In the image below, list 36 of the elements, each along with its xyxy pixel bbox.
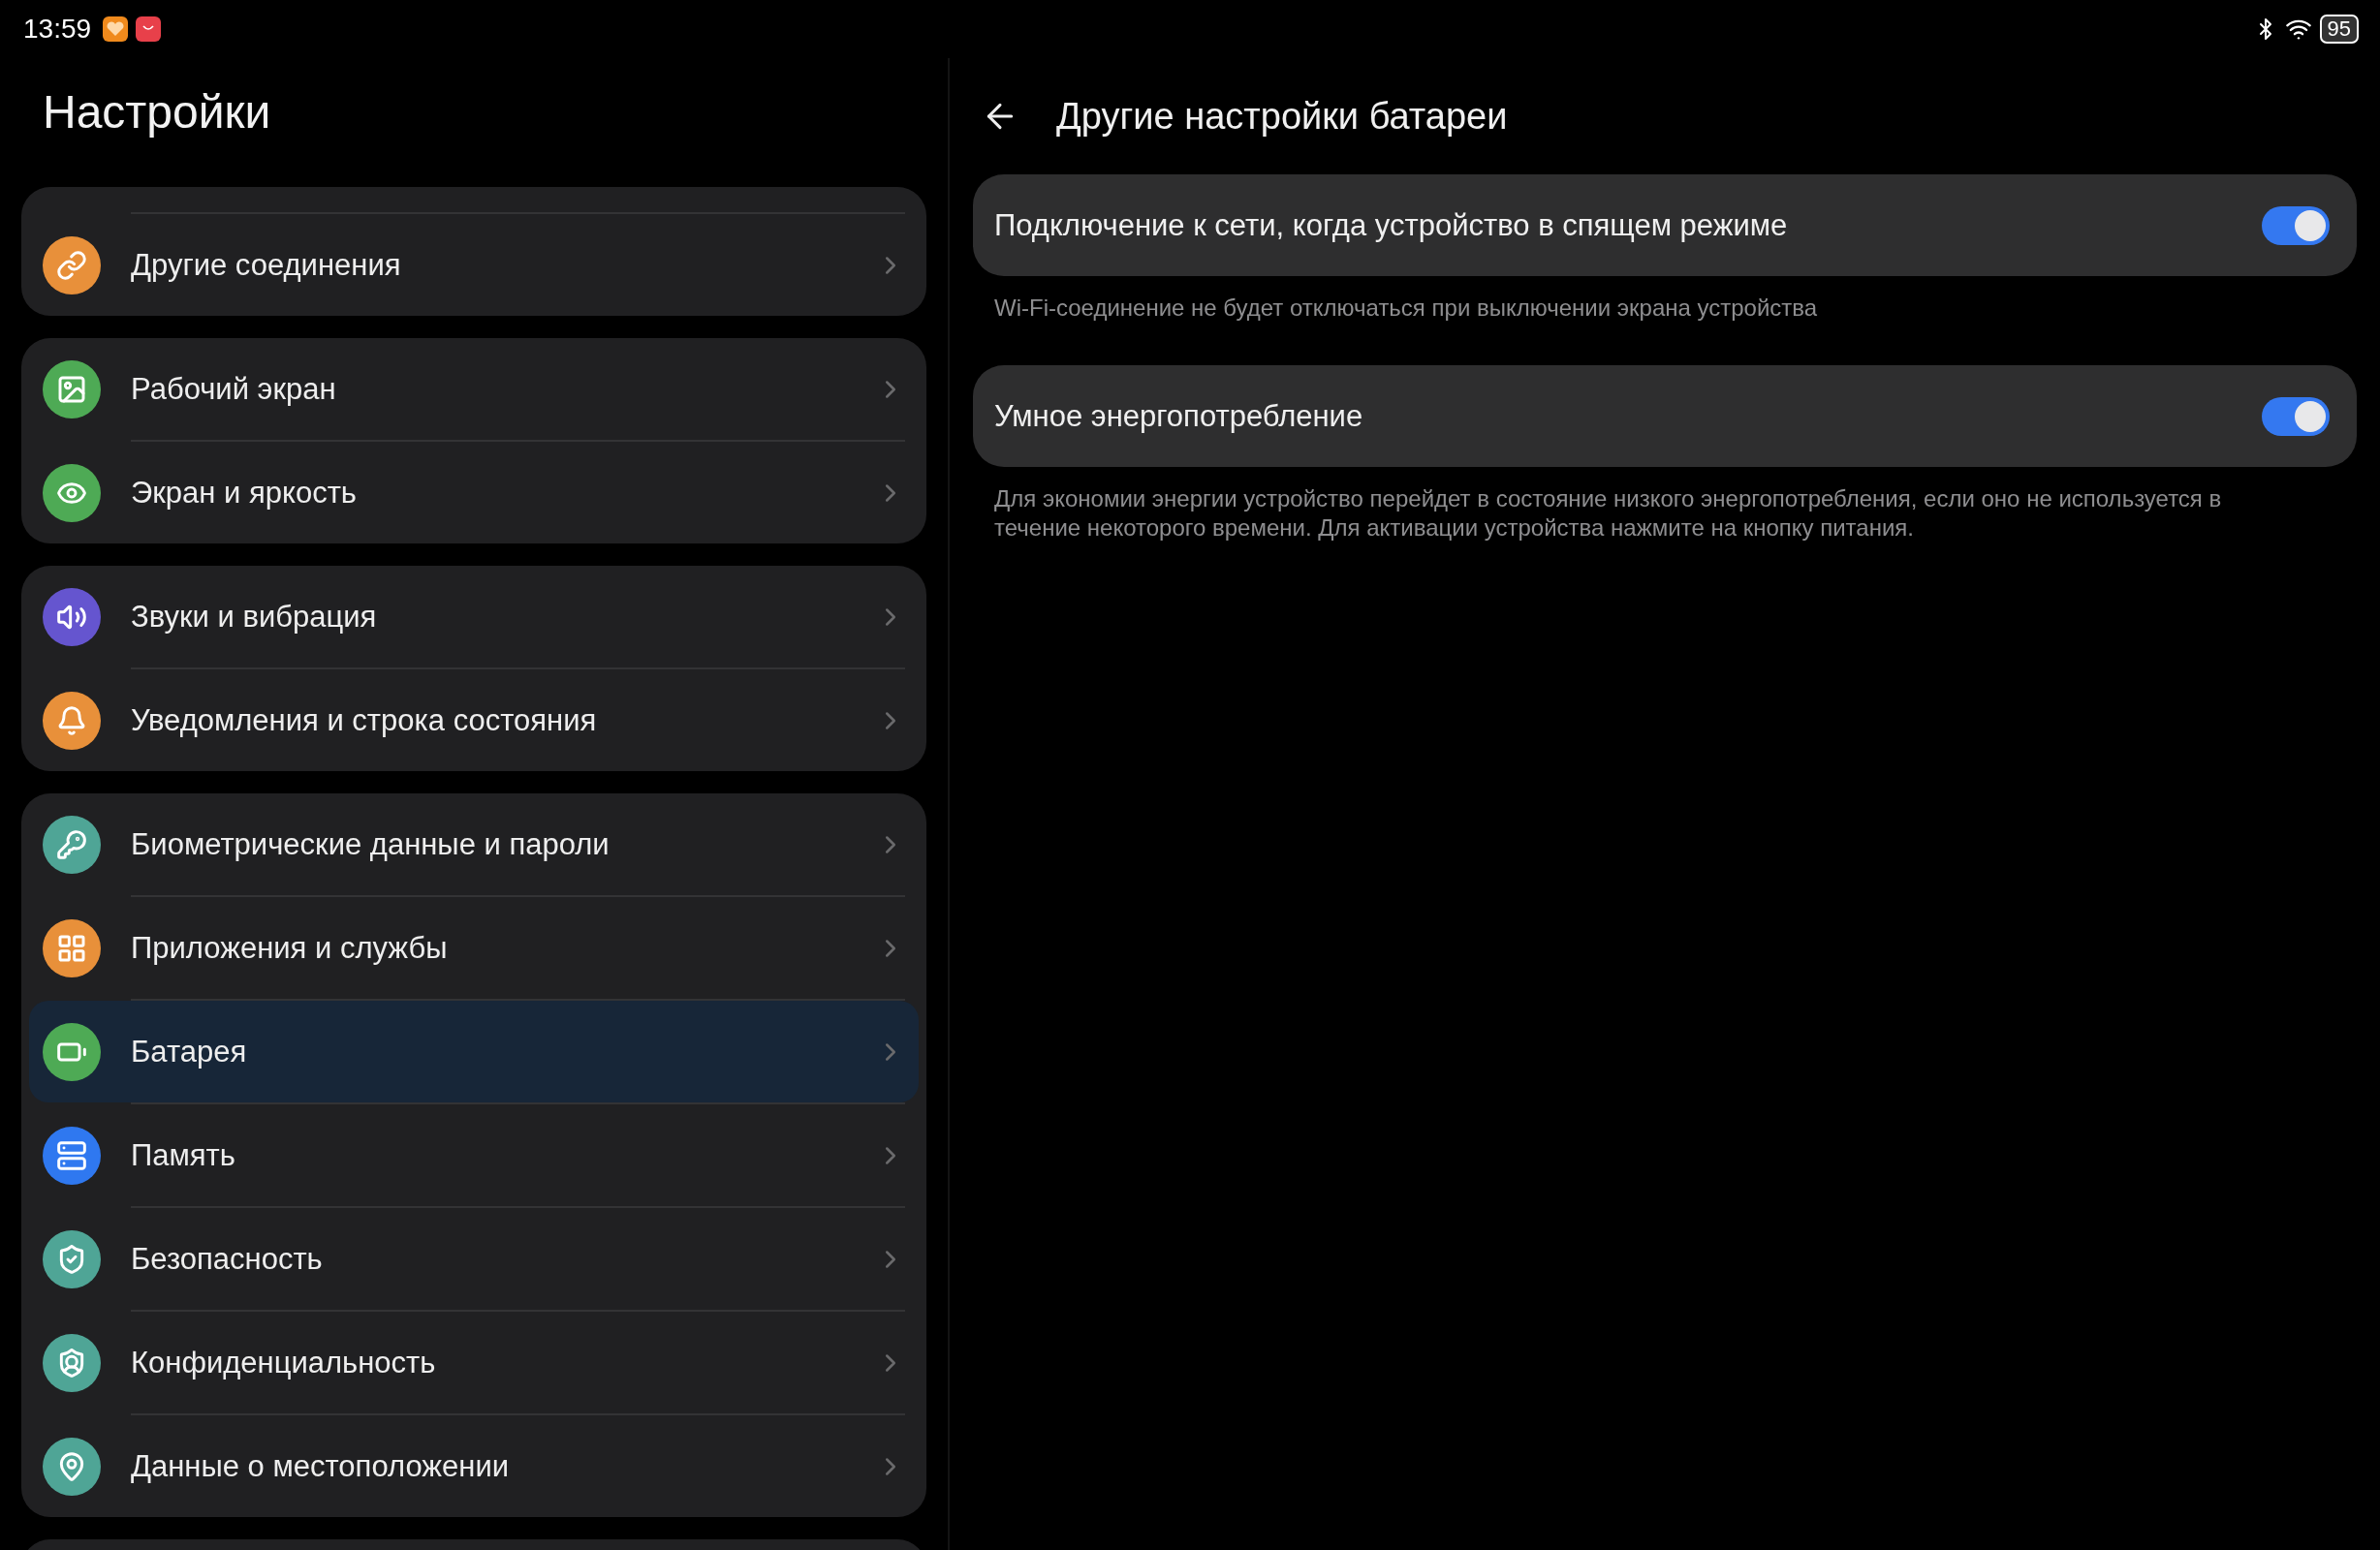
settings-list-item[interactable]: Биометрические данные и пароли [21,793,926,895]
settings-list-item[interactable]: Безопасность [21,1208,926,1310]
setting-label: Подключение к сети, когда устройство в спящем режиме [994,207,1788,243]
settings-list-item[interactable]: Конфиденциальность [21,1312,926,1413]
settings-item-label: Звуки и вибрация [131,599,378,635]
heart-app-icon [103,16,129,42]
settings-item-label: Экран и яркость [131,475,358,511]
settings-item-label: Другие соединения [131,247,402,283]
settings-list-item[interactable]: Экран и яркость [21,442,926,543]
settings-list-item[interactable]: Память [21,1104,926,1206]
settings-item-label: Уведомления и строка состояния [131,702,598,738]
settings-list-item[interactable]: Звуки и вибрация [21,566,926,667]
settings-list-item[interactable]: Другие соединения [21,214,926,316]
settings-list-item[interactable]: Уведомления и строка состояния [21,669,926,771]
status-time: 13:59 [23,14,92,45]
settings-item-label: Рабочий экран [131,371,337,407]
page-title: Другие настройки батареи [1056,95,1508,138]
settings-item-label: Данные о местоположении [131,1448,510,1484]
settings-item-label: Приложения и службы [131,930,449,966]
setting-label: Умное энергопотребление [994,398,1363,434]
settings-item-label: Память [131,1137,236,1173]
settings-item-label: Батарея [131,1034,248,1070]
battery-level: 95 [2319,15,2359,44]
toggle-switch[interactable] [2262,396,2330,436]
settings-item-label: Конфиденциальность [131,1345,437,1380]
toggle-switch[interactable] [2262,205,2330,245]
settings-list-item[interactable]: Батарея [29,1001,919,1102]
settings-title: Настройки [42,84,272,140]
settings-list-item[interactable]: Данные о местоположении [21,1415,926,1517]
settings-list-item[interactable]: Приложения и службы [21,897,926,999]
settings-item-label: Биометрические данные и пароли [131,826,611,862]
setting-description: Для экономии энергии устройство перейдет в состояние низкого энергопотребления, если оно не используется в течение некоторого времени. Для активации устройства нажмите на кнопку питания. [993,484,2223,542]
shopping-bag-app-icon [136,16,162,42]
settings-item-label: Безопасность [131,1241,324,1277]
settings-list-item[interactable]: Рабочий экран [21,338,926,440]
setting-description: Wi-Fi-соединение не будет отключаться при выключении экрана устройства [993,294,1819,323]
